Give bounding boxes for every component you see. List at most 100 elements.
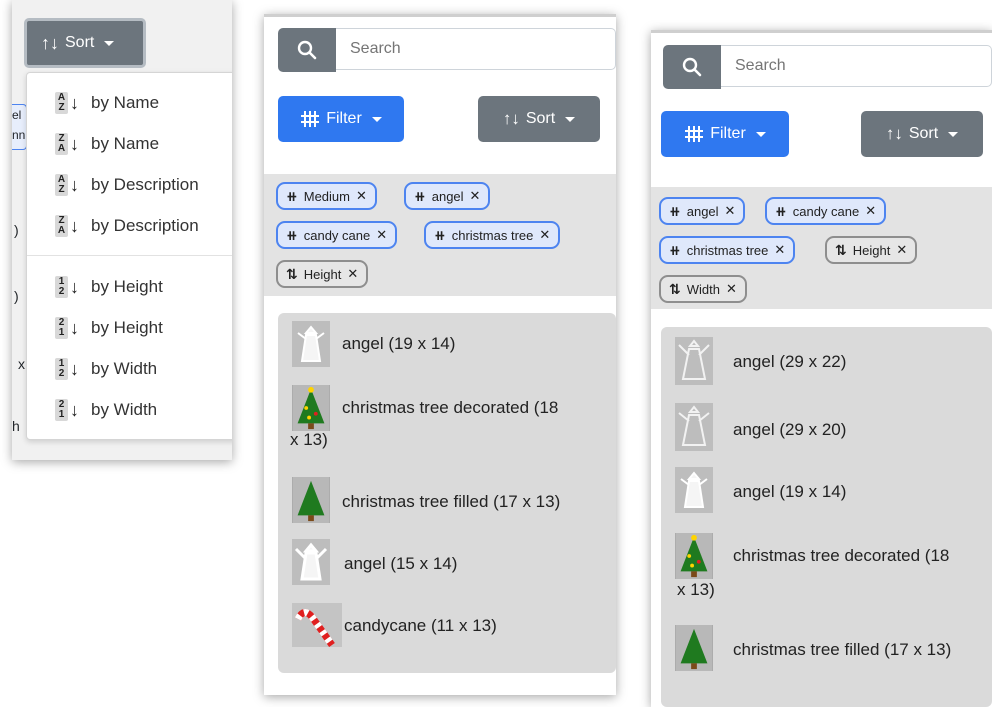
tag-sort[interactable]: ⇅ Height ✕ (276, 260, 369, 288)
menu-item-label: by Height (91, 277, 163, 296)
sort-icon: ⇅ (669, 280, 681, 297)
angel-icon (292, 321, 330, 367)
sort-menu: A Z ↓ by Name Z A ↓ by Name A Z ↓ by Descripti… (26, 72, 232, 440)
tag-label: christmas tree (686, 242, 769, 258)
search-button[interactable] (278, 28, 336, 72)
close-icon[interactable]: ✕ (470, 188, 481, 204)
close-icon[interactable]: ✕ (774, 242, 785, 258)
list-item[interactable]: candycane (11 x 13) (292, 603, 612, 657)
tag-filter[interactable]: ⧺ candy cane ✕ (765, 197, 887, 225)
tag-sort[interactable]: ⇅ Height ✕ (825, 236, 918, 264)
list-item[interactable]: angel (29 x 22) (675, 337, 992, 395)
results-list: angel (29 x 22) angel (29 x 20) angel (1… (661, 327, 992, 707)
caret-down-icon (565, 116, 576, 122)
results-list: angel (19 x 14) christmas tree decorated… (278, 313, 616, 673)
tag-filter[interactable]: ⧺ angel ✕ (659, 197, 746, 225)
tree-icon (292, 477, 330, 523)
menu-item-name-asc[interactable]: A Z ↓ by Name (55, 91, 159, 115)
sort-icon: ↑↓ (885, 124, 903, 143)
sort-icon: ↑↓ (41, 32, 59, 53)
close-icon[interactable]: ✕ (725, 203, 736, 219)
menu-item-description-asc[interactable]: A Z ↓ by Description (55, 173, 199, 197)
clipped-text: el (12, 108, 22, 122)
sort-numeric-desc-icon: 2 1 ↓ (55, 316, 83, 340)
tag-filter[interactable]: ⧺ candy cane ✕ (276, 221, 398, 249)
tag-label: Medium (303, 188, 350, 204)
item-label: angel (29 x 20) (733, 420, 847, 439)
clipped-text: ) (14, 288, 19, 304)
menu-item-height-desc[interactable]: 2 1 ↓ by Height (55, 316, 163, 340)
filter-icon: ⧺ (286, 226, 298, 243)
menu-item-label: by Description (91, 175, 199, 194)
tag-filter[interactable]: ⧺ angel ✕ (404, 182, 491, 210)
sort-numeric-desc-icon: 2 1 ↓ (55, 398, 83, 422)
tag-filter[interactable]: ⧺ Medium ✕ (276, 182, 377, 210)
item-label: angel (19 x 14) (733, 482, 847, 501)
menu-item-height-asc[interactable]: 1 2 ↓ by Height (55, 275, 163, 299)
sort-icon: ⇅ (286, 265, 298, 282)
clipped-text: nn (12, 128, 26, 142)
list-item[interactable]: christmas tree filled (17 x 13) (292, 477, 612, 533)
filter-icon: ⧺ (414, 187, 426, 204)
list-item[interactable]: angel (15 x 14) (292, 539, 612, 595)
close-icon[interactable]: ✕ (356, 188, 367, 204)
sort-button[interactable]: ↑↓ Sort (478, 96, 600, 142)
item-label-wrap: x 13) (290, 430, 328, 449)
tag-filter[interactable]: ⧺ christmas tree ✕ (424, 221, 561, 249)
list-item[interactable]: angel (19 x 14) (292, 321, 612, 379)
search-button[interactable] (663, 45, 721, 89)
menu-item-name-desc[interactable]: Z A ↓ by Name (55, 132, 159, 156)
close-icon[interactable]: ✕ (347, 266, 358, 282)
search-input[interactable] (721, 45, 992, 87)
tag-label: Height (852, 242, 891, 258)
sort-alpha-asc-icon: A Z ↓ (55, 91, 83, 115)
angel-icon (675, 337, 713, 385)
item-label: angel (29 x 22) (733, 352, 847, 371)
close-icon[interactable]: ✕ (865, 203, 876, 219)
close-icon[interactable]: ✕ (376, 227, 387, 243)
search-bar (663, 45, 992, 89)
sort-button[interactable]: ↑↓ Sort (24, 18, 146, 68)
sort-button[interactable]: ↑↓ Sort (861, 111, 983, 157)
filter-icon: ⧺ (434, 226, 446, 243)
menu-item-width-desc[interactable]: 2 1 ↓ by Width (55, 398, 157, 422)
list-item[interactable]: angel (29 x 20) (675, 403, 992, 461)
sort-label: Sort (525, 110, 556, 127)
close-icon[interactable]: ✕ (896, 242, 907, 258)
filter-icon (685, 126, 704, 142)
tag-label: Height (303, 266, 342, 282)
angel-icon (675, 403, 713, 451)
menu-item-width-asc[interactable]: 1 2 ↓ by Width (55, 357, 157, 381)
menu-item-description-desc[interactable]: Z A ↓ by Description (55, 214, 199, 238)
item-label: angel (19 x 14) (342, 334, 456, 353)
search-input[interactable] (336, 28, 616, 70)
tag-label: angel (431, 188, 464, 204)
sort-alpha-asc-icon: A Z ↓ (55, 173, 83, 197)
sort-alpha-desc-icon: Z A ↓ (55, 132, 83, 156)
menu-item-label: by Name (91, 134, 160, 153)
clipped-text: ) (14, 222, 19, 238)
filter-icon: ⧺ (669, 241, 681, 258)
menu-divider (27, 255, 232, 256)
list-item[interactable]: christmas tree decorated (18 x 13) (290, 385, 612, 467)
menu-item-label: by Name (91, 93, 160, 112)
list-item[interactable]: angel (19 x 14) (675, 467, 992, 525)
sort-dropdown-panel: el nn ) ) x h ↑↓ Sort A Z ↓ by Name Z A ↓ by… (12, 0, 232, 460)
sort-numeric-asc-icon: 1 2 ↓ (55, 275, 83, 299)
list-item[interactable]: christmas tree filled (17 x 13) (675, 625, 992, 681)
sort-numeric-asc-icon: 1 2 ↓ (55, 357, 83, 381)
tag-filter[interactable]: ⧺ christmas tree ✕ (659, 236, 796, 264)
close-icon[interactable]: ✕ (726, 281, 737, 297)
filter-icon: ⧺ (669, 202, 681, 219)
menu-item-label: by Width (91, 400, 158, 419)
search-panel-3: Filter ↑↓ Sort ⧺ angel ✕ ⧺ candy cane ✕ ⧺ chr… (651, 30, 992, 707)
clipped-text: x (18, 356, 25, 372)
sort-label: Sort (908, 125, 939, 142)
close-icon[interactable]: ✕ (539, 227, 550, 243)
filter-button[interactable]: Filter (661, 111, 789, 157)
item-label-wrap: x 13) (677, 580, 715, 599)
caret-down-icon (104, 40, 115, 46)
tag-sort[interactable]: ⇅ Width ✕ (659, 275, 747, 303)
list-item[interactable]: christmas tree decorated (18 x 13) (675, 533, 992, 615)
filter-button[interactable]: Filter (278, 96, 404, 142)
